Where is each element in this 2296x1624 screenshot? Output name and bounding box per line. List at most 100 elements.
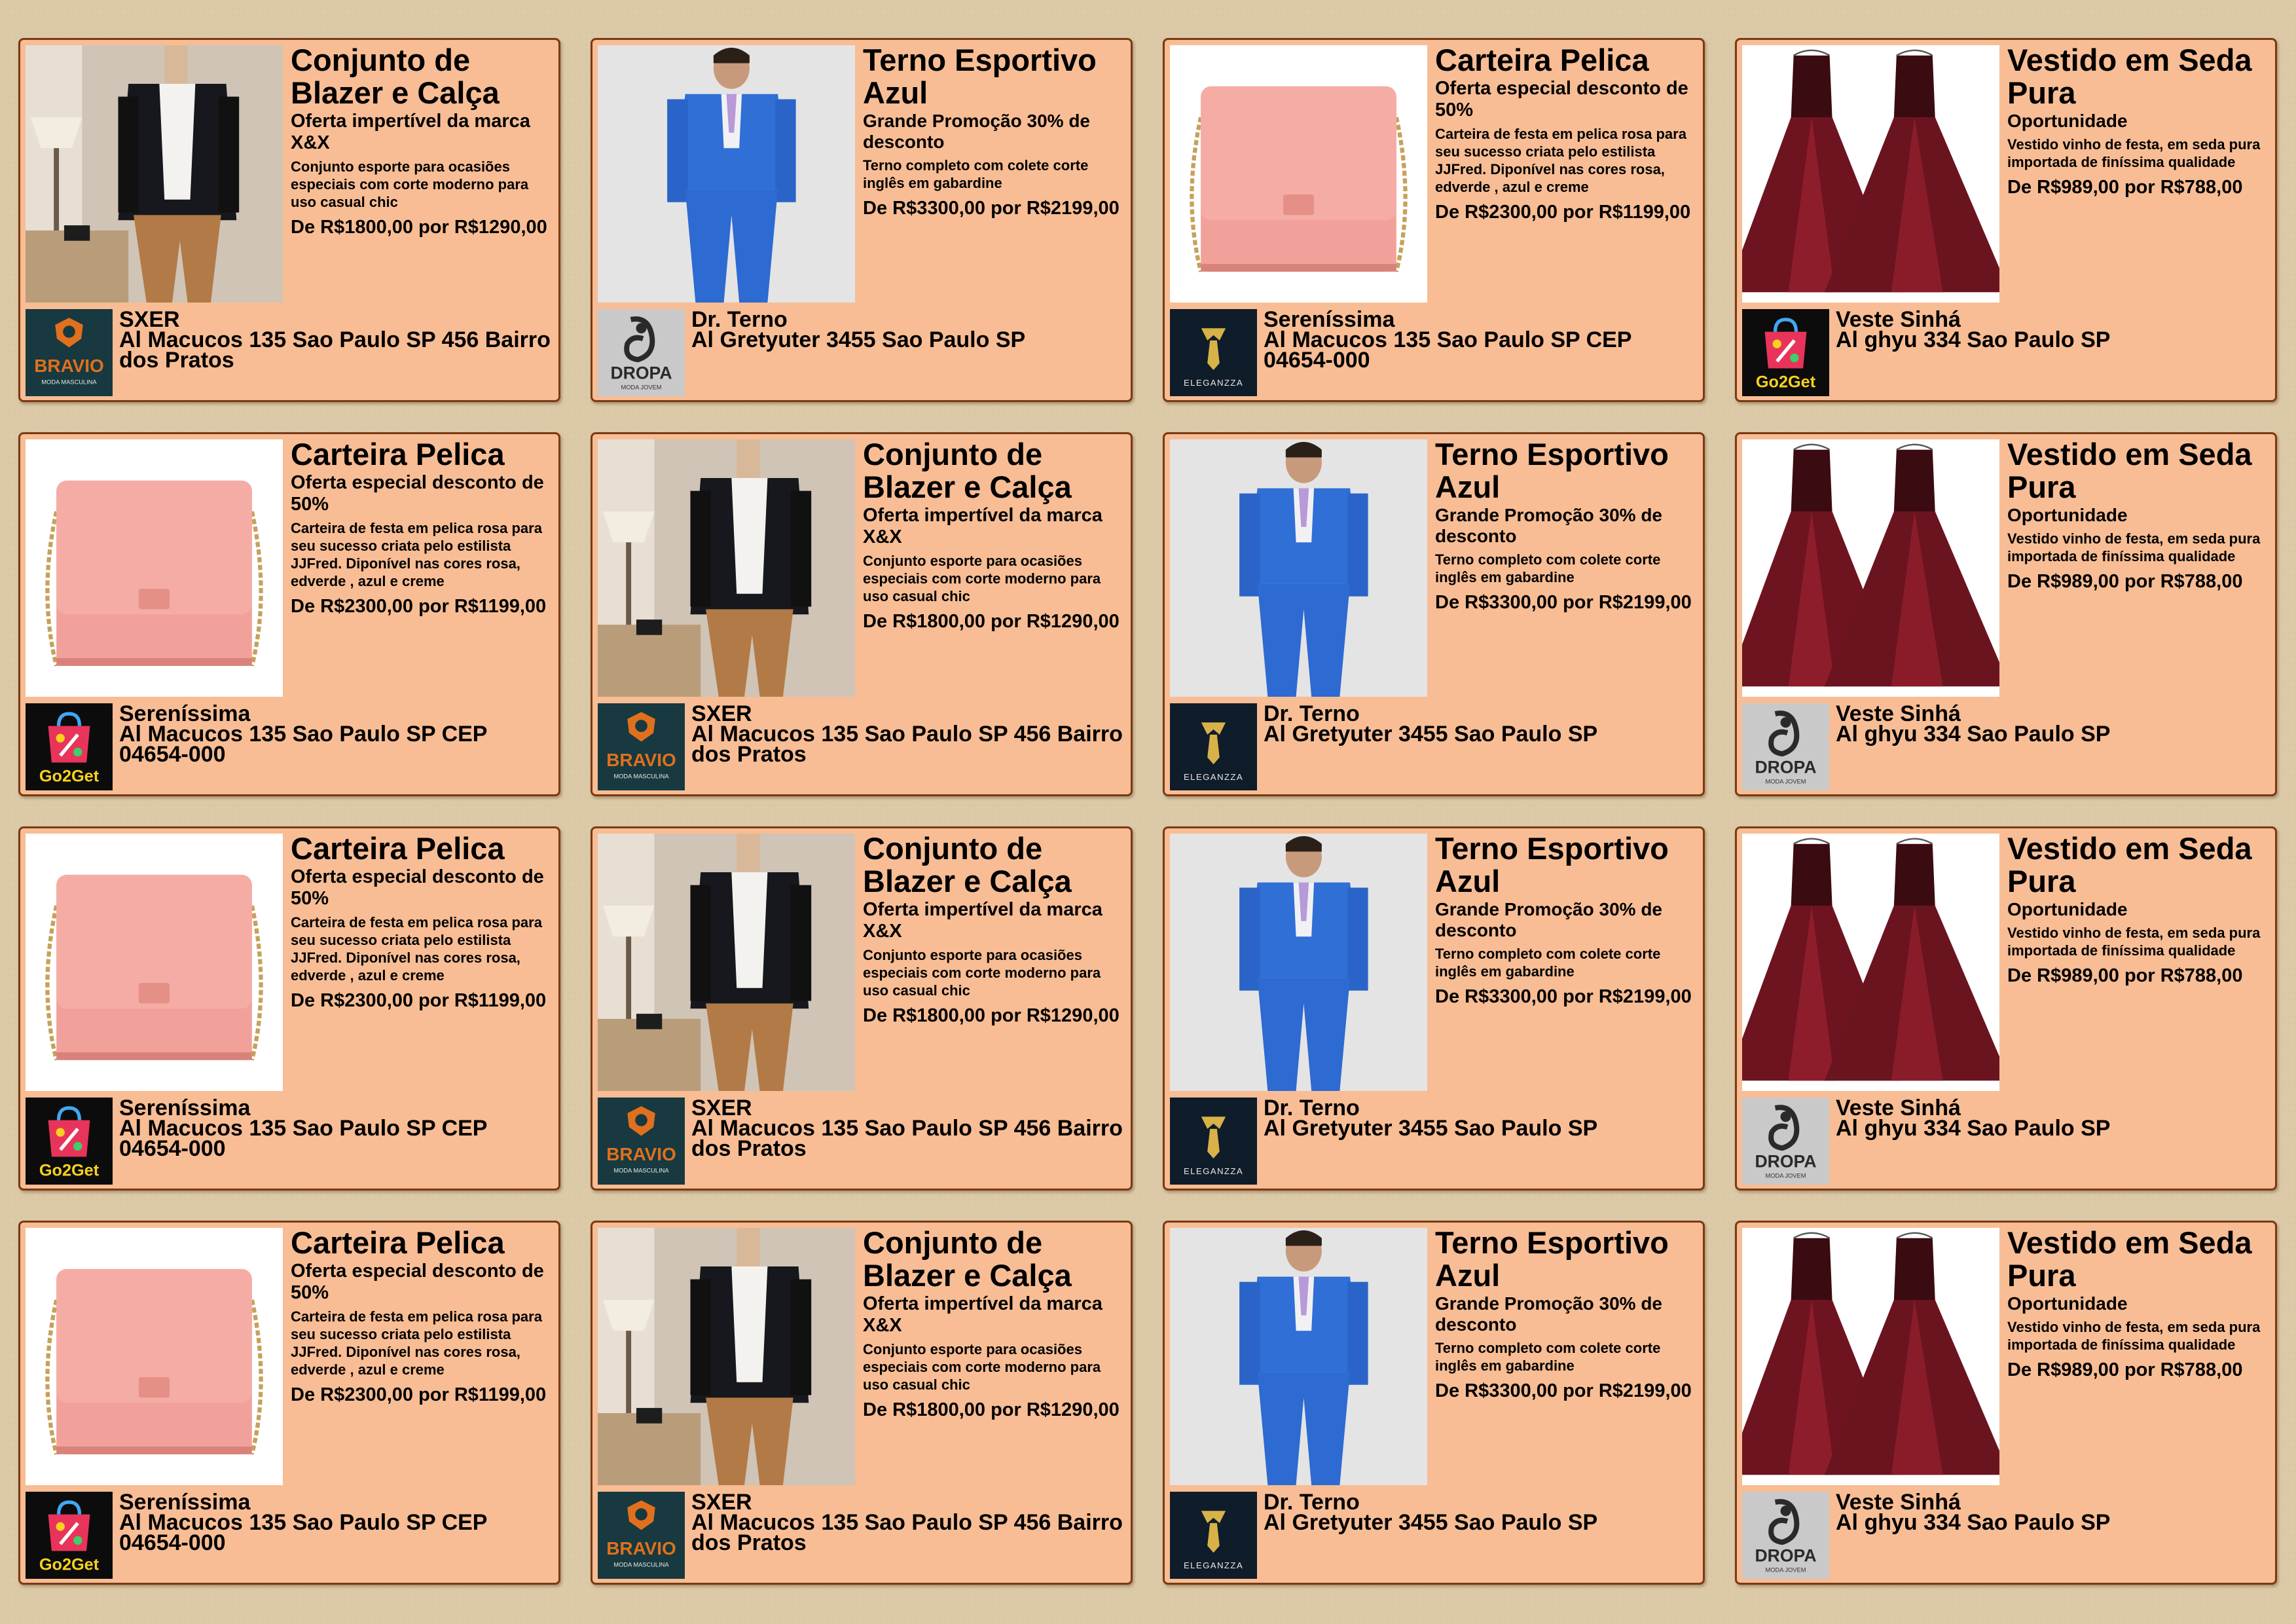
svg-text:MODA JOVEM: MODA JOVEM xyxy=(621,384,662,390)
go2get-logo: Go2Get xyxy=(1742,309,1829,396)
offer-card[interactable]: Carteira Pelica Oferta especial desconto… xyxy=(18,826,560,1190)
offer-card[interactable]: Conjunto de Blazer e Calça Oferta impert… xyxy=(591,826,1133,1190)
store-logo: BRAVIO MODA MASCULINA xyxy=(598,1492,685,1579)
store-address: Al Macucos 135 Sao Paulo SP 456 Bairro d… xyxy=(119,327,551,373)
store-address: Al Macucos 135 Sao Paulo SP 456 Bairro d… xyxy=(691,722,1123,767)
eleganzza-logo: ELEGANZZA xyxy=(1170,703,1257,790)
product-description: Carteira de festa em pelica rosa para se… xyxy=(291,1308,542,1378)
product-description: Vestido vinho de festa, em seda pura imp… xyxy=(2007,530,2261,564)
offer-card[interactable]: Terno Esportivo Azul Grande Promoção 30%… xyxy=(1163,826,1705,1190)
store-logo: Go2Get xyxy=(26,1492,113,1579)
blazer-outfit-image xyxy=(598,439,855,697)
go2get-logo: Go2Get xyxy=(26,703,113,790)
product-description: Carteira de festa em pelica rosa para se… xyxy=(1435,126,1686,195)
product-photo[interactable] xyxy=(598,439,855,697)
svg-text:DROPA: DROPA xyxy=(610,363,672,382)
store-info: Dr. Terno Al Gretyuter 3455 Sao Paulo SP xyxy=(691,308,1128,351)
svg-text:BRAVIO: BRAVIO xyxy=(606,750,676,770)
eleganzza-logo: ELEGANZZA xyxy=(1170,1492,1257,1579)
svg-text:MODA MASCULINA: MODA MASCULINA xyxy=(41,378,97,385)
pink-bag-image xyxy=(26,834,283,1091)
svg-text:MODA MASCULINA: MODA MASCULINA xyxy=(613,1561,669,1568)
store-logo: Go2Get xyxy=(1742,309,1829,396)
offer-card[interactable]: Vestido em Seda Pura Oportunidade Vestid… xyxy=(1735,826,2277,1190)
offer-card[interactable]: Terno Esportivo Azul Grande Promoção 30%… xyxy=(591,38,1133,402)
store-logo: DROPA MODA JOVEM xyxy=(1742,1098,1829,1185)
store-logo: BRAVIO MODA MASCULINA xyxy=(26,309,113,396)
blue-suit-image xyxy=(1170,1228,1427,1485)
svg-text:Go2Get: Go2Get xyxy=(39,767,100,786)
product-photo[interactable] xyxy=(1742,439,1999,697)
product-photo[interactable] xyxy=(598,834,855,1091)
wine-dress-image xyxy=(1742,1228,1999,1485)
offer-card[interactable]: Carteira Pelica Oferta especial desconto… xyxy=(18,1221,560,1585)
offer-card[interactable]: Conjunto de Blazer e Calça Oferta impert… xyxy=(591,432,1133,796)
store-address: Al Macucos 135 Sao Paulo SP CEP 04654-00… xyxy=(119,722,487,767)
product-title: Conjunto de Blazer e Calça xyxy=(863,1225,1072,1293)
offer-card[interactable]: Terno Esportivo Azul Grande Promoção 30%… xyxy=(1163,432,1705,796)
product-description: Conjunto esporte para ocasiões especiais… xyxy=(863,1341,1101,1393)
eleganzza-logo: ELEGANZZA xyxy=(1170,1098,1257,1185)
product-photo[interactable] xyxy=(598,45,855,303)
product-photo[interactable] xyxy=(1742,1228,1999,1485)
offer-card[interactable]: Vestido em Seda Pura Oportunidade Vestid… xyxy=(1735,432,2277,796)
product-price: De R$3300,00 por R$2199,00 xyxy=(863,198,1120,219)
store-info: Veste Sinhá Al ghyu 334 Sao Paulo SP xyxy=(1836,1491,2272,1535)
store-address: Al ghyu 334 Sao Paulo SP xyxy=(1836,1510,2111,1535)
store-address: Al Macucos 135 Sao Paulo SP 456 Bairro d… xyxy=(691,1510,1123,1555)
store-info: Sereníssima Al Macucos 135 Sao Paulo SP … xyxy=(119,1097,556,1160)
offer-card[interactable]: Carteira Pelica Oferta especial desconto… xyxy=(18,432,560,796)
product-description: Conjunto esporte para ocasiões especiais… xyxy=(863,947,1101,999)
bravio-logo: BRAVIO MODA MASCULINA xyxy=(598,1098,685,1185)
product-photo[interactable] xyxy=(1170,1228,1427,1485)
product-title: Vestido em Seda Pura xyxy=(2007,831,2252,898)
product-photo[interactable] xyxy=(1742,834,1999,1091)
offer-info: Carteira Pelica Oferta especial desconto… xyxy=(291,1227,557,1406)
offer-card[interactable]: Vestido em Seda Pura Oportunidade Vestid… xyxy=(1735,38,2277,402)
store-logo: DROPA MODA JOVEM xyxy=(1742,1492,1829,1579)
svg-text:BRAVIO: BRAVIO xyxy=(606,1538,676,1559)
store-info: Sereníssima Al Macucos 135 Sao Paulo SP … xyxy=(119,1491,556,1554)
offer-subtitle: Oportunidade xyxy=(2007,505,2128,525)
product-photo[interactable] xyxy=(598,1228,855,1485)
product-title: Carteira Pelica xyxy=(291,437,505,471)
product-price: De R$989,00 por R$788,00 xyxy=(2007,1359,2243,1380)
offer-info: Vestido em Seda Pura Oportunidade Vestid… xyxy=(2007,44,2274,198)
product-photo[interactable] xyxy=(1170,45,1427,303)
offer-info: Conjunto de Blazer e Calça Oferta impert… xyxy=(863,832,1129,1027)
product-photo[interactable] xyxy=(1742,45,1999,303)
bravio-logo: BRAVIO MODA MASCULINA xyxy=(598,703,685,790)
offer-card[interactable]: Terno Esportivo Azul Grande Promoção 30%… xyxy=(1163,1221,1705,1585)
blazer-outfit-image xyxy=(598,834,855,1091)
go2get-logo: Go2Get xyxy=(26,1492,113,1579)
offer-info: Carteira Pelica Oferta especial desconto… xyxy=(1435,44,1702,223)
store-logo: ELEGANZZA xyxy=(1170,1492,1257,1579)
offer-card[interactable]: Conjunto de Blazer e Calça Oferta impert… xyxy=(591,1221,1133,1585)
product-photo[interactable] xyxy=(26,45,283,303)
offer-info: Terno Esportivo Azul Grande Promoção 30%… xyxy=(1435,832,1702,1008)
product-photo[interactable] xyxy=(26,1228,283,1485)
product-photo[interactable] xyxy=(26,834,283,1091)
svg-text:MODA JOVEM: MODA JOVEM xyxy=(1766,1566,1806,1573)
product-photo[interactable] xyxy=(1170,834,1427,1091)
offer-subtitle: Oferta especial desconto de 50% xyxy=(291,1261,544,1303)
store-logo: ELEGANZZA xyxy=(1170,703,1257,790)
product-price: De R$3300,00 por R$2199,00 xyxy=(1435,986,1692,1007)
product-price: De R$2300,00 por R$1199,00 xyxy=(1435,202,1691,223)
offer-card[interactable]: Carteira Pelica Oferta especial desconto… xyxy=(1163,38,1705,402)
offer-subtitle: Oferta especial desconto de 50% xyxy=(291,866,544,909)
offer-info: Conjunto de Blazer e Calça Oferta impert… xyxy=(863,1227,1129,1421)
store-address: Al Macucos 135 Sao Paulo SP 456 Bairro d… xyxy=(691,1116,1123,1161)
offer-card[interactable]: Vestido em Seda Pura Oportunidade Vestid… xyxy=(1735,1221,2277,1585)
product-photo[interactable] xyxy=(1170,439,1427,697)
product-photo[interactable] xyxy=(26,439,283,697)
offer-subtitle: Oferta impertível da marca X&X xyxy=(863,1293,1102,1336)
svg-text:DROPA: DROPA xyxy=(1755,1545,1816,1565)
product-price: De R$3300,00 por R$2199,00 xyxy=(1435,1380,1692,1401)
product-title: Conjunto de Blazer e Calça xyxy=(863,437,1072,504)
offer-card[interactable]: Conjunto de Blazer e Calça Oferta impert… xyxy=(18,38,560,402)
pink-bag-image xyxy=(26,439,283,697)
product-title: Terno Esportivo Azul xyxy=(863,43,1097,110)
blazer-outfit-image xyxy=(598,1228,855,1485)
store-info: SXER Al Macucos 135 Sao Paulo SP 456 Bai… xyxy=(691,1491,1128,1555)
